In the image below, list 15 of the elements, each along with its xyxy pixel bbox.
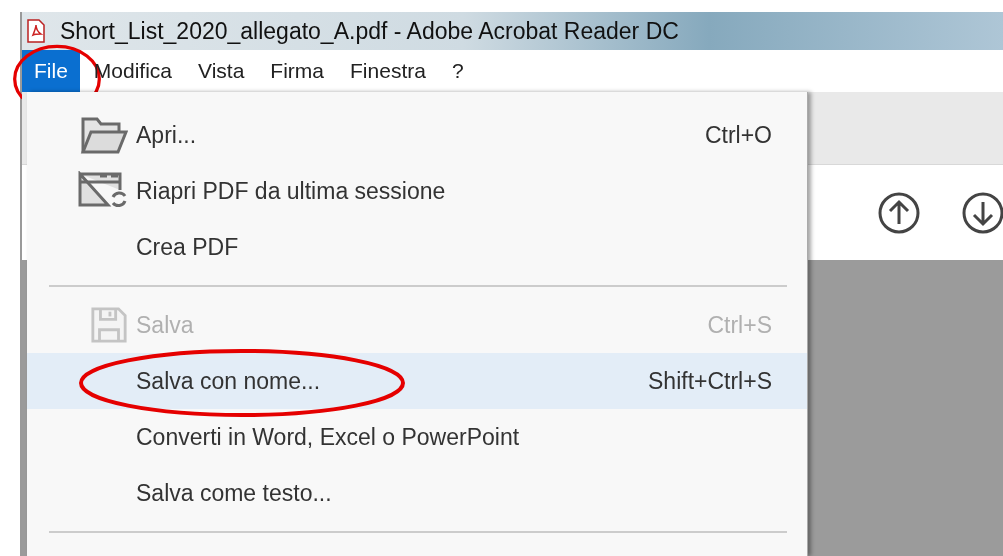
folder-icon [80, 115, 128, 155]
menu-item[interactable]: Finestra [338, 50, 438, 92]
window-title: Short_List_2020_allegato_A.pdf - Adobe Acrobat Reader DC [60, 17, 679, 45]
menu-item[interactable]: Salva con nome... Shift+Ctrl+S [27, 353, 807, 409]
menu-item[interactable]: Vista [186, 50, 257, 92]
menu-item[interactable]: Firma [258, 50, 337, 92]
document-icon [26, 19, 46, 43]
menu-item[interactable]: Converti in Word, Excel o PowerPoint [27, 409, 807, 465]
menu-item[interactable]: Riapri PDF da ultima sessione [27, 163, 807, 219]
down-arrow-icon[interactable] [961, 190, 1003, 235]
menu-item[interactable]: File [22, 50, 80, 92]
menu-item[interactable]: Apri... Ctrl+O [27, 107, 807, 163]
menu-item[interactable]: ? [439, 50, 476, 92]
menu-item[interactable]: Salva come testo... [27, 465, 807, 521]
menu-item[interactable]: Crea PDF [27, 219, 807, 275]
